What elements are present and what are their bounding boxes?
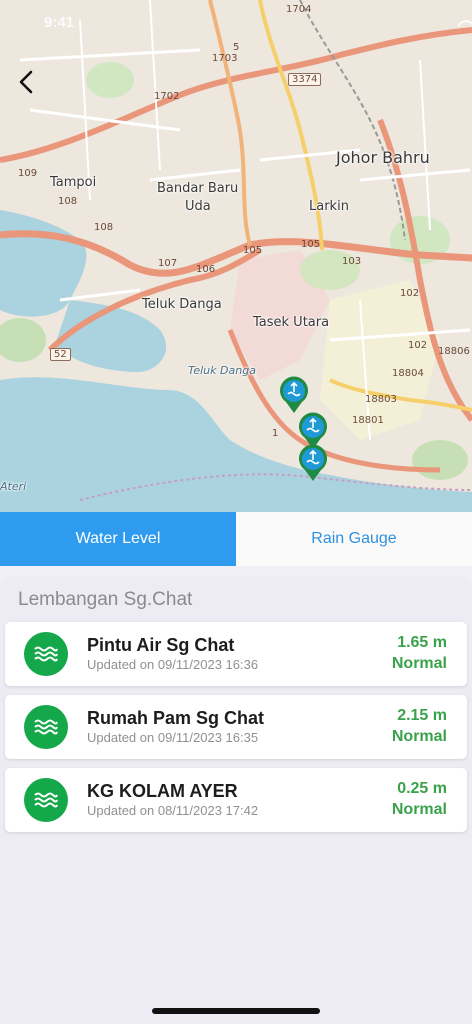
road-number: 102 bbox=[400, 288, 420, 299]
road-number: 108 bbox=[58, 196, 78, 207]
water-level-marker-icon bbox=[280, 376, 308, 413]
map-label-tasek-utara: Tasek Utara bbox=[253, 315, 330, 330]
road-number: 18804 bbox=[392, 368, 424, 379]
road-number: 18801 bbox=[352, 415, 384, 426]
station-updated: Updated on 09/11/2023 16:35 bbox=[87, 730, 259, 745]
station-status: Normal bbox=[391, 728, 447, 745]
home-indicator[interactable] bbox=[152, 1008, 320, 1014]
road-number: 18803 bbox=[365, 394, 397, 405]
road-number: 1 bbox=[272, 428, 279, 439]
station-card[interactable]: Rumah Pam Sg Chat Updated on 09/11/2023 … bbox=[5, 695, 467, 759]
road-number: 5 bbox=[233, 42, 240, 53]
water-waves-icon bbox=[34, 719, 58, 735]
road-number: 109 bbox=[18, 168, 38, 179]
road-shield: 3374 bbox=[288, 73, 322, 86]
road-number: 1703 bbox=[212, 53, 238, 64]
station-icon bbox=[24, 632, 68, 676]
battery-icon bbox=[457, 20, 472, 27]
station-status: Normal bbox=[391, 801, 447, 818]
map-label-ateri: Ateri bbox=[0, 480, 27, 493]
map-label-larkin: Larkin bbox=[309, 199, 349, 214]
station-name: Rumah Pam Sg Chat bbox=[87, 708, 265, 728]
back-button[interactable] bbox=[12, 66, 44, 98]
map-background bbox=[0, 0, 472, 512]
station-marker[interactable] bbox=[298, 444, 328, 482]
road-number: 102 bbox=[408, 340, 428, 351]
station-updated: Updated on 08/11/2023 17:42 bbox=[87, 803, 259, 818]
map-view[interactable]: 9:41 Johor Bahru Tampoi Bandar Baru Uda … bbox=[0, 0, 472, 512]
station-updated: Updated on 09/11/2023 16:36 bbox=[87, 657, 259, 672]
road-number: 1704 bbox=[286, 4, 312, 15]
station-status: Normal bbox=[391, 655, 447, 672]
road-number: 1702 bbox=[154, 91, 180, 102]
station-marker[interactable] bbox=[279, 376, 309, 414]
station-level: 2.15 m bbox=[397, 707, 447, 724]
tab-rain-gauge[interactable]: Rain Gauge bbox=[236, 512, 472, 566]
road-number: 105 bbox=[243, 245, 263, 256]
station-name: Pintu Air Sg Chat bbox=[87, 635, 235, 655]
water-waves-icon bbox=[34, 792, 58, 808]
map-label-johor-bahru: Johor Bahru bbox=[336, 148, 430, 167]
station-icon bbox=[24, 778, 68, 822]
tab-water-level[interactable]: Water Level bbox=[0, 512, 236, 566]
road-number: 103 bbox=[342, 256, 362, 267]
station-card[interactable]: KG KOLAM AYER Updated on 08/11/2023 17:4… bbox=[5, 768, 467, 832]
water-level-marker-icon bbox=[299, 444, 327, 481]
station-level: 1.65 m bbox=[397, 634, 447, 651]
chevron-left-icon bbox=[19, 70, 33, 94]
tab-bar: Water Level Rain Gauge bbox=[0, 512, 472, 566]
road-number: 108 bbox=[94, 222, 114, 233]
status-bar-time: 9:41 bbox=[44, 14, 75, 31]
map-label-uda: Uda bbox=[185, 199, 211, 214]
road-number: 107 bbox=[158, 258, 178, 269]
station-level: 0.25 m bbox=[397, 780, 447, 797]
road-number: 106 bbox=[196, 264, 216, 275]
station-icon bbox=[24, 705, 68, 749]
road-number: 105 bbox=[301, 239, 321, 250]
map-label-tampoi: Tampoi bbox=[50, 175, 97, 190]
road-number: 18806 bbox=[438, 346, 470, 357]
map-label-bandar-baru: Bandar Baru bbox=[157, 181, 239, 196]
road-shield: 52 bbox=[50, 348, 71, 361]
map-label-teluk-danga: Teluk Danga bbox=[142, 297, 222, 312]
water-waves-icon bbox=[34, 646, 58, 662]
section-title: Lembangan Sg.Chat bbox=[18, 589, 193, 610]
map-label-teluk-danga-water: Teluk Danga bbox=[188, 364, 256, 377]
station-name: KG KOLAM AYER bbox=[87, 781, 238, 801]
station-card[interactable]: Pintu Air Sg Chat Updated on 09/11/2023 … bbox=[5, 622, 467, 686]
